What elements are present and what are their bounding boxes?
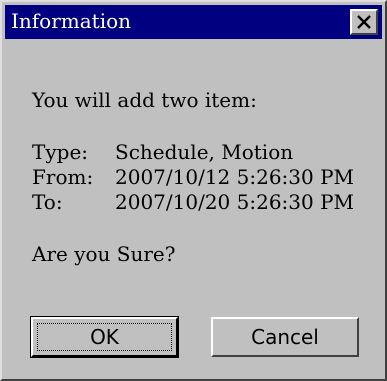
cancel-button-label: Cancel xyxy=(251,325,319,349)
information-dialog: Information You will add two item: Type:… xyxy=(0,0,387,381)
type-label: Type: xyxy=(32,140,89,164)
focus-rectangle xyxy=(37,323,172,351)
title-bar[interactable]: Information xyxy=(5,5,382,39)
ok-button[interactable]: OK xyxy=(31,317,178,357)
cancel-button[interactable]: Cancel xyxy=(211,317,359,357)
dialog-title: Information xyxy=(11,9,132,33)
from-label: From: xyxy=(32,165,94,189)
close-icon xyxy=(357,15,371,29)
to-label: To: xyxy=(32,190,63,214)
intro-text: You will add two item: xyxy=(32,88,257,112)
close-button[interactable] xyxy=(350,9,378,35)
to-value: 2007/10/20 5:26:30 PM xyxy=(115,190,355,214)
confirm-question: Are you Sure? xyxy=(32,242,176,266)
type-value: Schedule, Motion xyxy=(115,140,294,164)
from-value: 2007/10/12 5:26:30 PM xyxy=(115,165,355,189)
